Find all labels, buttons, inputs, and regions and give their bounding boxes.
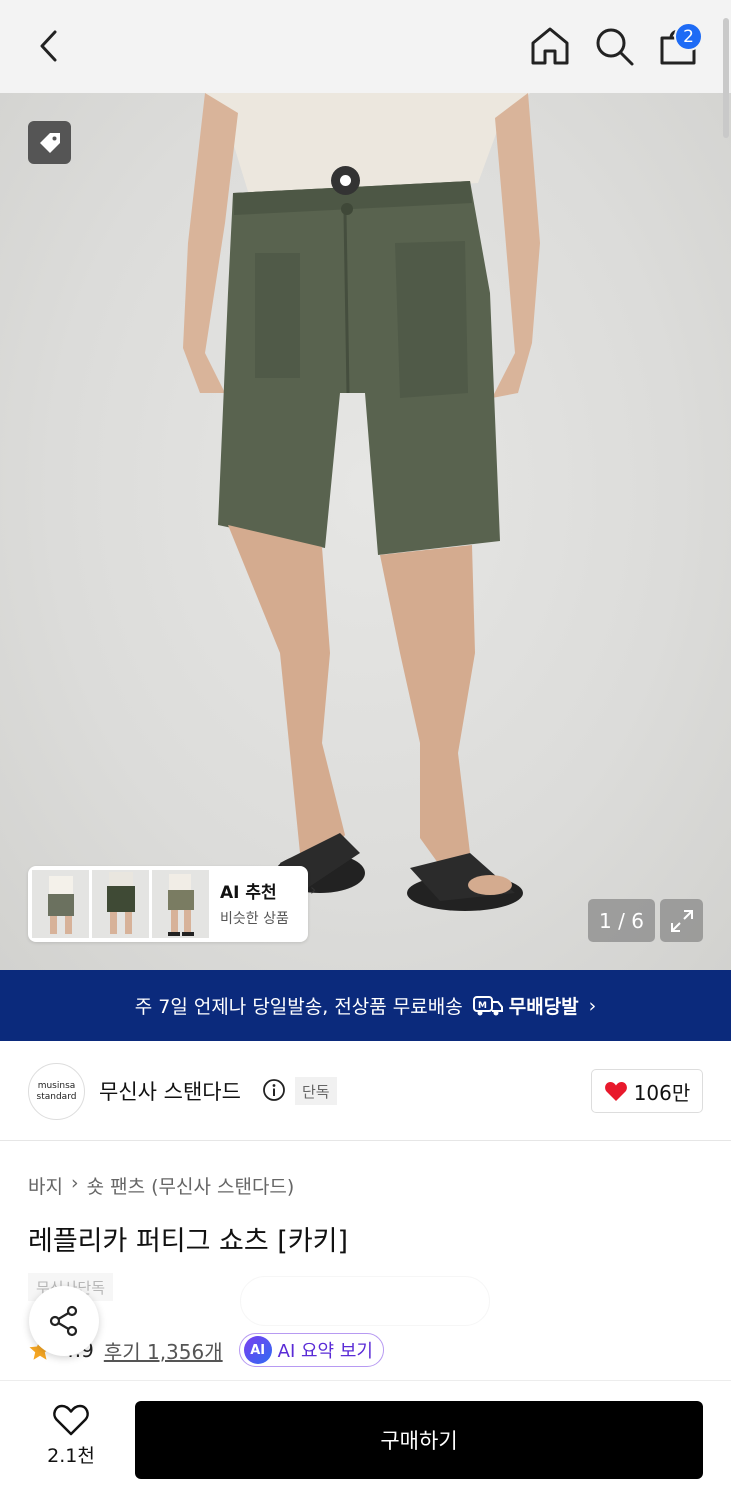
ai-icon: AI	[243, 1336, 272, 1364]
share-icon[interactable]	[29, 1286, 99, 1356]
home-icon[interactable]	[528, 24, 572, 68]
bottom-action-bar: 2.1천 구매하기	[0, 1380, 731, 1500]
ai-summary-button[interactable]: AI AI 요약 보기	[238, 1333, 384, 1367]
breadcrumb-item[interactable]: 숏 팬츠 (무신사 스탠다드)	[87, 1172, 295, 1199]
wishlist-count: 2.1천	[47, 1445, 95, 1467]
page-scrollbar[interactable]	[723, 18, 729, 138]
brand-logo-text: standard	[36, 1091, 77, 1102]
ai-recommend-title: AI 추천	[220, 883, 277, 903]
heart-icon	[604, 1082, 627, 1101]
wishlist-button[interactable]: 2.1천	[40, 1403, 102, 1468]
product-title: 레플리카 퍼티그 쇼츠 [카키]	[28, 1226, 349, 1257]
chevron-right-icon: ›	[588, 994, 597, 1017]
banner-badge-label: 무배당발	[508, 996, 579, 1018]
product-image[interactable]	[0, 93, 731, 970]
product-hotspot-marker[interactable]	[331, 166, 360, 195]
svg-text:M: M	[478, 1001, 487, 1011]
brand-name-link[interactable]: 무신사 스탠다드	[99, 1076, 241, 1106]
brand-logo-text: musinsa	[37, 1080, 76, 1091]
expand-icon[interactable]	[660, 899, 703, 942]
brand-like-count: 106만	[633, 1080, 691, 1105]
chevron-right-icon: ›	[310, 880, 317, 899]
breadcrumb: 바지 › 숏 팬츠 (무신사 스탠다드)	[28, 1172, 294, 1199]
info-icon[interactable]	[262, 1078, 286, 1102]
recommend-thumbnail	[92, 870, 149, 938]
delivery-truck-icon: M	[472, 995, 503, 1015]
breadcrumb-item[interactable]: 바지	[28, 1172, 63, 1199]
exclusive-badge: 단독	[295, 1077, 337, 1105]
ai-recommend-subtitle: 비슷한 상품	[220, 911, 289, 927]
faded-info-pill	[240, 1276, 490, 1326]
brand-row: musinsa standard 무신사 스탠다드 단독 106만	[0, 1041, 731, 1141]
product-photo	[183, 93, 540, 911]
ai-summary-label: AI 요약 보기	[277, 1341, 373, 1362]
same-day-delivery-badge: M 무배당발	[472, 992, 579, 1019]
search-icon[interactable]	[592, 24, 636, 68]
recommend-thumbnail	[32, 870, 89, 938]
brand-logo[interactable]: musinsa standard	[28, 1063, 85, 1120]
buy-button[interactable]: 구매하기	[135, 1401, 703, 1479]
image-page-counter: 1 / 6	[588, 899, 655, 942]
heart-outline-icon	[53, 1404, 89, 1436]
cart-count-badge: 2	[674, 22, 703, 51]
recommend-thumbnail	[152, 870, 209, 938]
banner-text: 주 7일 언제나 당일발송, 전상품 무료배송	[134, 996, 463, 1018]
review-count-link[interactable]: 후기 1,356개	[104, 1336, 223, 1365]
top-navigation-bar: 2	[0, 0, 731, 93]
delivery-banner[interactable]: 주 7일 언제나 당일발송, 전상품 무료배송 M 무배당발 ›	[0, 970, 731, 1041]
back-icon[interactable]	[30, 26, 70, 66]
chevron-right-icon: ›	[70, 1172, 79, 1194]
tag-icon[interactable]	[28, 121, 71, 164]
ai-recommend-card[interactable]: AI 추천 › 비슷한 상품	[28, 866, 316, 942]
brand-like-button[interactable]: 106만	[591, 1069, 703, 1113]
